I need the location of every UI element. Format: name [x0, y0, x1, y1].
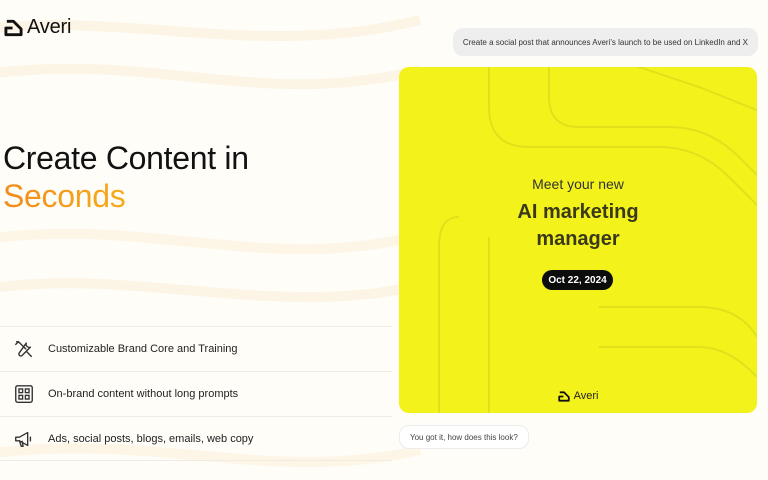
brand-logo[interactable]: Averi: [4, 16, 71, 39]
tools-icon: [15, 340, 33, 358]
feature-item: Customizable Brand Core and Training: [0, 326, 392, 371]
card-title-line-1: AI marketing: [517, 201, 639, 223]
hero-headline: Create Content in Seconds: [3, 139, 249, 215]
feature-label: Customizable Brand Core and Training: [48, 343, 238, 355]
feature-item: Ads, social posts, blogs, emails, web co…: [0, 416, 392, 461]
megaphone-icon: [15, 431, 32, 447]
assistant-reply-bubble: You got it, how does this look?: [399, 425, 529, 449]
card-title: AI marketing manager: [399, 199, 757, 253]
user-prompt-bubble: Create a social post that announces Aver…: [452, 28, 758, 56]
card-brand: Averi: [399, 390, 757, 402]
card-title-line-2: manager: [536, 228, 620, 250]
feature-item: On-brand content without long prompts: [0, 371, 392, 416]
feature-list: Customizable Brand Core and Training On-…: [0, 326, 392, 461]
card-date-badge: Oct 22, 2024: [542, 270, 613, 290]
card-brand-name: Averi: [573, 390, 599, 402]
averi-logo-icon: [4, 19, 23, 36]
feature-label: Ads, social posts, blogs, emails, web co…: [48, 432, 254, 445]
card-subtitle: Meet your new: [532, 176, 624, 192]
grid-icon: [15, 385, 33, 403]
hero-line-2: Seconds: [3, 177, 249, 215]
averi-logo-icon: [557, 390, 570, 402]
brand-name: Averi: [27, 16, 72, 38]
hero-line-1: Create Content in: [3, 140, 249, 176]
generated-post-card: Meet your new AI marketing manager Oct 2…: [399, 67, 757, 413]
feature-label: On-brand content without long prompts: [48, 388, 239, 400]
